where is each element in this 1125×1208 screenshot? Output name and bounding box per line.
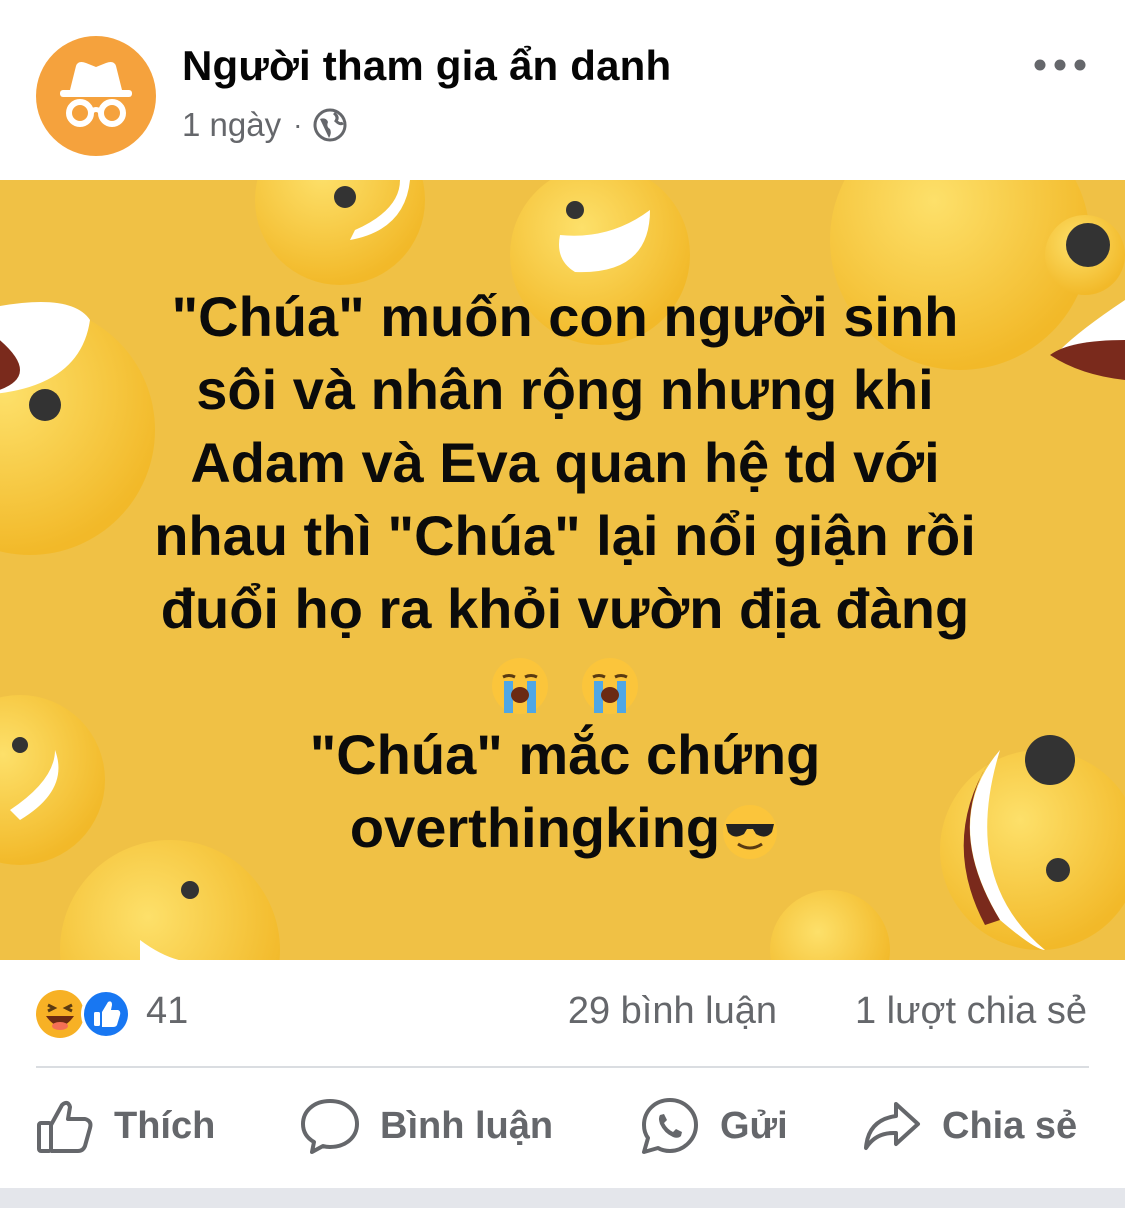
post-text-line: "Chúa" muốn con người sinh (171, 285, 959, 348)
send-button[interactable]: Gửi (640, 1090, 788, 1162)
post-meta: 1 ngày · (182, 106, 348, 144)
like-label: Thích (114, 1104, 216, 1147)
thumbs-up-icon (37, 1100, 93, 1153)
post-text-line: sôi và nhân rộng nhưng khi (196, 358, 934, 421)
separator-dot: · (293, 109, 303, 140)
emoji-line (60, 645, 1070, 718)
globe-icon[interactable] (312, 107, 348, 143)
divider (36, 1066, 1089, 1068)
comments-count[interactable]: 29 bình luận (568, 990, 777, 1033)
incognito-icon (60, 62, 132, 127)
avatar[interactable] (36, 36, 156, 156)
more-dots-icon[interactable] (1030, 48, 1090, 82)
post-text-line: "Chúa" mắc chứng (309, 723, 821, 786)
post-time[interactable]: 1 ngày (182, 106, 281, 144)
reaction-count[interactable]: 41 (146, 990, 188, 1033)
sunglasses-face-icon (723, 805, 778, 860)
loudly-crying-face-icon (492, 658, 549, 715)
comment-bubble-icon (301, 1099, 359, 1154)
reaction-icons[interactable] (34, 988, 134, 1040)
post-text-line: nhau thì "Chúa" lại nổi giận rồi (154, 504, 976, 567)
shares-count[interactable]: 1 lượt chia sẻ (855, 990, 1087, 1033)
post-text-line: đuổi họ ra khỏi vườn địa đàng (160, 577, 970, 640)
like-button[interactable]: Thích (36, 1090, 215, 1162)
author-name[interactable]: Người tham gia ẩn danh (182, 42, 671, 90)
post-text-word: overthingking (349, 796, 721, 859)
share-label: Chia sẻ (942, 1104, 1078, 1147)
post-image[interactable]: "Chúa" muốn con người sinh sôi và nhân r… (0, 180, 1125, 960)
post-text: "Chúa" muốn con người sinh sôi và nhân r… (60, 280, 1070, 864)
post-header: Người tham gia ẩn danh 1 ngày · (0, 0, 1125, 180)
feed-separator (0, 1188, 1125, 1208)
loudly-crying-face-icon (581, 658, 638, 715)
post-text-line: Adam và Eva quan hệ td với (190, 431, 940, 494)
whatsapp-icon (642, 1098, 698, 1154)
comment-button[interactable]: Bình luận (300, 1090, 553, 1162)
share-arrow-icon (864, 1102, 920, 1150)
post-text-last-line: overthingking (60, 791, 1070, 864)
send-label: Gửi (720, 1104, 788, 1147)
like-icon (81, 989, 131, 1039)
haha-icon (36, 990, 84, 1038)
comment-label: Bình luận (380, 1104, 554, 1147)
share-button[interactable]: Chia sẻ (862, 1090, 1077, 1162)
